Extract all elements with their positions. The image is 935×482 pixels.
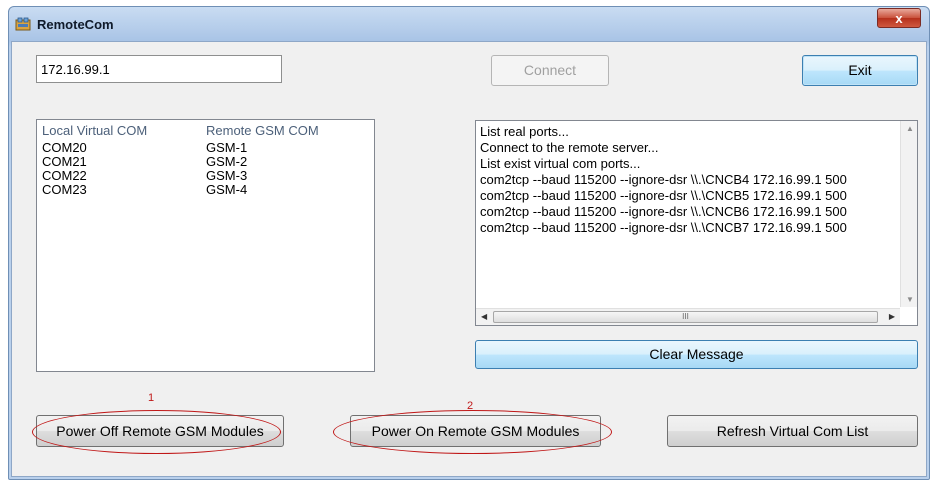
message-log[interactable]: List real ports... Connect to the remote… [475,120,918,326]
refresh-virtual-com-button[interactable]: Refresh Virtual Com List [667,415,918,447]
app-icon [15,17,31,31]
remote-gsm-cell: GSM-3 [206,168,248,183]
list-item[interactable]: COM21 GSM-2 [37,154,374,169]
annotation-marker-2: 2 [467,400,474,412]
close-icon[interactable]: x [895,11,902,26]
remotecom-window: RemoteCom x Connect Exit Local Virtual C… [8,6,930,480]
log-line: com2tcp --baud 115200 --ignore-dsr \\.\C… [480,188,847,203]
column-header-local-virtual-com[interactable]: Local Virtual COM [42,123,147,138]
log-text: List real ports... Connect to the remote… [480,124,898,304]
log-line: com2tcp --baud 115200 --ignore-dsr \\.\C… [480,220,847,235]
remote-gsm-cell: GSM-1 [206,140,248,155]
horizontal-scroll-thumb[interactable]: III [493,311,878,323]
local-com-cell: COM23 [42,182,87,197]
title-bar[interactable]: RemoteCom x [9,7,929,41]
list-header: Local Virtual COM Remote GSM COM [37,120,374,140]
horizontal-scrollbar[interactable]: ◀ III ▶ [476,308,900,325]
client-area: Connect Exit Local Virtual COM Remote GS… [11,41,927,477]
remote-gsm-cell: GSM-4 [206,182,248,197]
local-com-cell: COM21 [42,154,87,169]
list-item[interactable]: COM20 GSM-1 [37,140,374,155]
log-line: List real ports... [480,124,569,139]
local-com-cell: COM22 [42,168,87,183]
exit-button[interactable]: Exit [802,55,918,86]
list-item[interactable]: COM23 GSM-4 [37,182,374,197]
window-title: RemoteCom [37,17,114,32]
annotation-marker-1: 1 [148,392,155,404]
scroll-down-arrow-icon[interactable]: ▼ [906,295,914,304]
connect-button[interactable]: Connect [491,55,609,86]
close-button[interactable]: x [877,8,921,28]
clear-message-button[interactable]: Clear Message [475,340,918,369]
log-line: List exist virtual com ports... [480,156,641,171]
scroll-right-arrow-icon[interactable]: ▶ [889,312,895,321]
power-on-gsm-button[interactable]: Power On Remote GSM Modules [350,415,601,447]
ip-address-input[interactable] [36,55,282,83]
vertical-scrollbar[interactable]: ▲ ▼ [900,121,917,307]
column-header-remote-gsm-com[interactable]: Remote GSM COM [206,123,319,138]
list-item[interactable]: COM22 GSM-3 [37,168,374,183]
scroll-up-arrow-icon[interactable]: ▲ [906,124,914,133]
log-line: Connect to the remote server... [480,140,659,155]
scroll-left-arrow-icon[interactable]: ◀ [481,312,487,321]
power-off-gsm-button[interactable]: Power Off Remote GSM Modules [36,415,284,447]
log-line: com2tcp --baud 115200 --ignore-dsr \\.\C… [480,204,847,219]
com-port-list[interactable]: Local Virtual COM Remote GSM COM COM20 G… [36,119,375,372]
local-com-cell: COM20 [42,140,87,155]
log-line: com2tcp --baud 115200 --ignore-dsr \\.\C… [480,172,847,187]
remote-gsm-cell: GSM-2 [206,154,248,169]
